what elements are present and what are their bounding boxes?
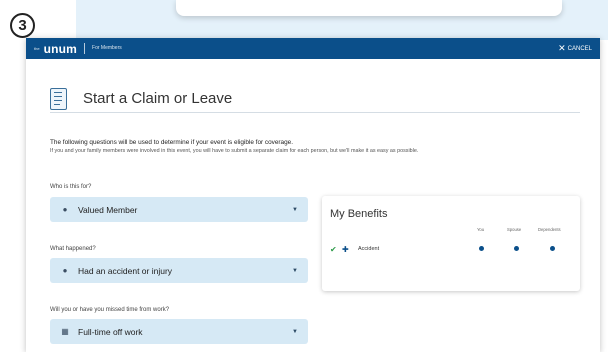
top-navigation-bar: the unum For Members ✕ CANCEL xyxy=(26,38,600,59)
background-card xyxy=(176,0,562,16)
intro-line-1: The following questions will be used to … xyxy=(50,139,293,146)
question-what-label: What happened? xyxy=(50,246,96,252)
column-spouse: Spouse xyxy=(507,227,522,232)
page-header: Start a Claim or Leave xyxy=(50,85,580,113)
page-title: Start a Claim or Leave xyxy=(83,90,233,107)
who-is-this-for-select[interactable]: ● Valued Member ▼ xyxy=(50,197,308,222)
intro-line-2: If you and your family members were invo… xyxy=(50,148,419,154)
coverage-spouse-dot xyxy=(514,246,519,251)
missed-time-select[interactable]: ▦ Full-time off work ▼ xyxy=(50,319,308,344)
what-happened-value: Had an accident or injury xyxy=(78,265,173,276)
brand-prefix: the xyxy=(34,46,40,51)
person-icon: ● xyxy=(62,205,68,214)
column-you: You xyxy=(477,227,485,232)
coverage-dependents-dot xyxy=(550,246,555,251)
brand-for-members: For Members xyxy=(92,45,122,51)
close-icon: ✕ xyxy=(558,43,566,53)
checkmark-icon: ✔ xyxy=(330,244,337,254)
intro-text: The following questions will be used to … xyxy=(50,139,590,154)
missed-time-value: Full-time off work xyxy=(78,326,143,337)
benefit-name: Accident xyxy=(358,246,380,252)
main-content: Start a Claim or Leave The following que… xyxy=(26,59,600,352)
cancel-label: CANCEL xyxy=(567,45,592,52)
benefits-title: My Benefits xyxy=(330,208,388,220)
benefit-row-accident[interactable]: ✔ ✚ Accident xyxy=(330,242,572,256)
app-window: the unum For Members ✕ CANCEL Start a Cl… xyxy=(26,38,600,352)
question-who-label: Who is this for? xyxy=(50,184,92,190)
coverage-you-dot xyxy=(479,246,484,251)
step-number-badge: 3 xyxy=(10,13,35,38)
claim-form-icon xyxy=(50,87,67,110)
chevron-down-icon: ▼ xyxy=(292,206,298,213)
person-injury-icon: ● xyxy=(62,266,68,275)
what-happened-select[interactable]: ● Had an accident or injury ▼ xyxy=(50,258,308,283)
chevron-down-icon: ▼ xyxy=(292,328,298,335)
brand-divider xyxy=(84,43,86,54)
who-is-this-for-value: Valued Member xyxy=(78,204,138,215)
brand-name: unum xyxy=(43,41,78,56)
medical-cross-icon: ✚ xyxy=(342,244,349,254)
brand-logo[interactable]: the unum For Members xyxy=(34,42,122,56)
cancel-button[interactable]: ✕ CANCEL xyxy=(558,43,592,54)
my-benefits-panel: My Benefits You Spouse Dependents ✔ ✚ Ac… xyxy=(322,196,580,291)
calendar-icon: ▦ xyxy=(61,327,69,336)
column-dependents: Dependents xyxy=(538,227,561,232)
question-missed-time-label: Will you or have you missed time from wo… xyxy=(50,307,170,313)
chevron-down-icon: ▼ xyxy=(292,267,298,274)
